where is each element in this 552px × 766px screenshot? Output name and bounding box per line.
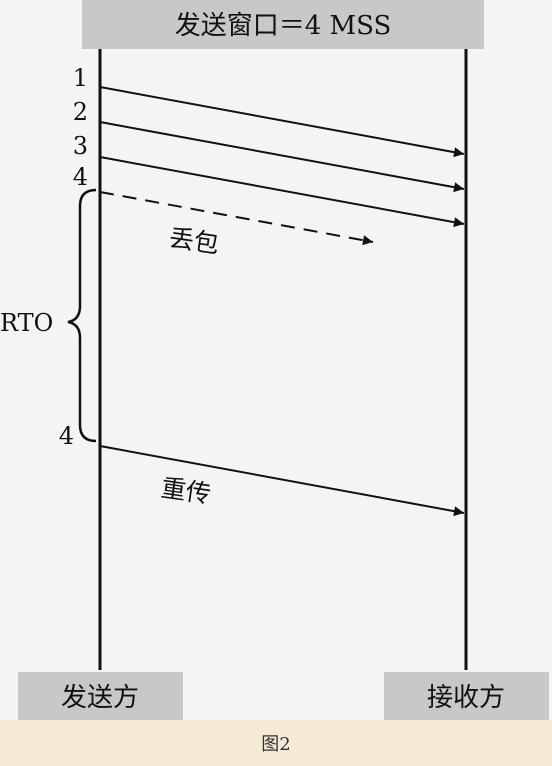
receiver-label: 接收方 — [427, 683, 505, 713]
segment-number-1: 1 — [73, 64, 88, 92]
segment-number-4: 4 — [73, 163, 88, 191]
window-size-title: 发送窗口＝4 MSS — [175, 11, 392, 41]
segment-3-arrow — [99, 156, 465, 228]
rto-brace — [67, 188, 97, 443]
retransmit-number: 4 — [59, 422, 74, 450]
figure-caption: 图2 — [261, 734, 291, 755]
segment-1-arrow — [99, 86, 465, 158]
retransmission-arrow — [99, 445, 465, 517]
segment-number-2: 2 — [73, 98, 88, 126]
segment-2-arrow — [99, 121, 465, 193]
lost-packet-label: 丢包 — [167, 223, 221, 259]
rto-label: RTO — [0, 309, 53, 337]
tcp-timing-diagram: 发送窗口＝4 MSS 1 2 3 4 丢包 RTO 4 重传 发送方 接收方 — [0, 0, 549, 720]
sender-label: 发送方 — [61, 683, 139, 713]
diagram-area: 发送窗口＝4 MSS 1 2 3 4 丢包 RTO 4 重传 发送方 接收方 — [0, 0, 552, 720]
segment-number-3: 3 — [73, 132, 88, 160]
retransmit-label: 重传 — [159, 473, 213, 509]
figure-caption-bar: 图2 — [0, 720, 552, 766]
